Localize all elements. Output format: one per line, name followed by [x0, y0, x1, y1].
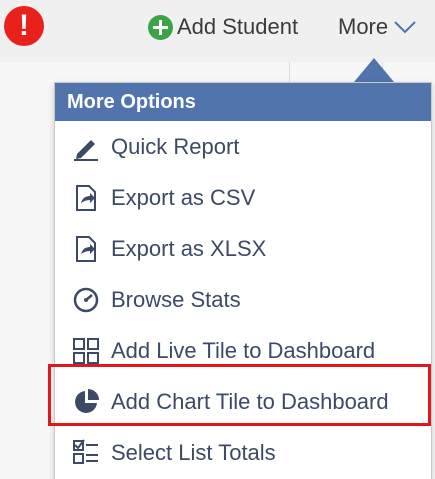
more-button[interactable]: More	[338, 10, 416, 44]
more-label: More	[338, 14, 389, 39]
pie-chart-icon	[71, 387, 101, 417]
pencil-icon	[71, 132, 101, 162]
export-icon	[71, 183, 101, 213]
chevron-down-icon	[394, 21, 416, 34]
menu-item-label: Select List Totals	[111, 439, 276, 465]
export-icon	[71, 234, 101, 264]
add-student-label: Add Student	[177, 14, 299, 39]
menu-item-label: Export as CSV	[111, 184, 256, 210]
menu-item-label: Quick Report	[111, 133, 240, 159]
menu-item-label: Add Live Tile to Dashboard	[111, 337, 376, 363]
menu-item-quick-report[interactable]: Quick Report	[55, 121, 431, 172]
screenshot-stage: ! Add Student More More Options Quick Re…	[0, 0, 435, 479]
menu-item-select-list-totals[interactable]: Select List Totals	[55, 427, 431, 478]
menu-item-browse-stats[interactable]: Browse Stats	[55, 274, 431, 325]
menu-item-export-csv[interactable]: Export as CSV	[55, 172, 431, 223]
menu-item-label: Browse Stats	[111, 286, 241, 312]
gauge-icon	[71, 285, 101, 315]
menu-item-add-chart-tile[interactable]: Add Chart Tile to Dashboard	[55, 376, 431, 427]
tiles-icon	[71, 336, 101, 366]
menu-item-add-live-tile[interactable]: Add Live Tile to Dashboard	[55, 325, 431, 376]
menu-item-label: Export as XLSX	[111, 235, 267, 261]
menu-item-label: Add Chart Tile to Dashboard	[111, 388, 389, 414]
menu-header: More Options	[55, 83, 431, 121]
checklist-icon	[71, 438, 101, 468]
step-badge: !	[4, 6, 44, 46]
menu-item-export-xlsx[interactable]: Export as XLSX	[55, 223, 431, 274]
plus-circle-icon	[148, 14, 173, 40]
add-student-button[interactable]: Add Student	[148, 10, 298, 44]
more-options-menu: More Options Quick Report Export as CSV	[54, 82, 432, 479]
menu-caret	[354, 58, 394, 82]
